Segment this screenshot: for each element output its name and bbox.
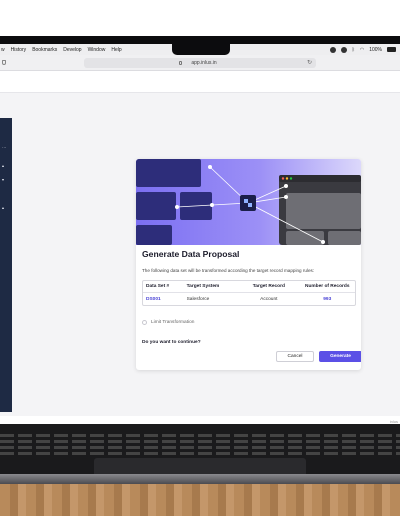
sidebar-nav-icon[interactable]: ▾: [2, 178, 6, 182]
wifi-icon[interactable]: ◠: [360, 47, 364, 53]
menu-item-bookmarks[interactable]: Bookmarks: [32, 47, 57, 53]
column-header: Number of Records: [304, 284, 350, 289]
dialog-body: Generate Data Proposal The following dat…: [142, 248, 361, 362]
laptop-base-edge: [0, 474, 400, 484]
battery-icon[interactable]: [387, 47, 396, 52]
keyboard: [0, 434, 400, 458]
trackpad: [94, 458, 306, 474]
url-text: app.inlus.in: [191, 60, 217, 66]
sidebar-nav-icon[interactable]: ▴: [2, 206, 6, 210]
menu-item-develop[interactable]: Develop: [63, 47, 81, 53]
menubar-status: ᛒ ◠ 100%: [329, 44, 396, 55]
menu-item-help[interactable]: Help: [111, 47, 121, 53]
sidebar-nav-icon[interactable]: ⋯: [2, 146, 6, 150]
target-system-cell: Salesforce: [186, 296, 210, 302]
bluetooth-icon[interactable]: ᛒ: [352, 47, 355, 53]
wooden-desk: [0, 484, 400, 516]
camera-notch: [172, 44, 230, 55]
menu-item-view[interactable]: w: [1, 47, 5, 53]
key-row: [0, 440, 400, 443]
key-row: [0, 452, 400, 455]
column-header: Target Record: [252, 284, 285, 289]
target-record-cell: Account: [260, 296, 278, 302]
sidebar: ⋯ ▴ ▾ ▴: [0, 118, 12, 412]
lock-icon: [179, 61, 182, 65]
address-bar[interactable]: app.inlus.in ↻: [2, 58, 316, 68]
menu-item-history[interactable]: History: [11, 47, 27, 53]
menu-item-window[interactable]: Window: [88, 47, 106, 53]
limit-transformation-label: Limit Transformation: [151, 320, 195, 325]
data-flow-illustration: [136, 159, 361, 245]
keyboard-deck: [0, 424, 400, 474]
generate-data-proposal-dialog: Generate Data Proposal The following dat…: [136, 159, 361, 370]
mac-menubar: w History Bookmarks Develop Window Help …: [0, 44, 400, 55]
laptop-lid: w History Bookmarks Develop Window Help …: [0, 36, 400, 448]
app-header: [0, 71, 400, 93]
dialog-description: The following data set will be transform…: [142, 268, 315, 273]
table-header-row: Data Set # Target System Target Record N…: [143, 281, 355, 293]
sidebar-nav-icon[interactable]: ▴: [2, 164, 6, 168]
column-header: Data Set #: [146, 284, 170, 289]
confirmation-question: Do you want to continue?: [142, 340, 201, 345]
reload-icon[interactable]: ↻: [307, 59, 312, 66]
browser-toolbar: app.inlus.in ↻: [0, 55, 400, 71]
column-header: Target System: [186, 284, 220, 289]
privacy-shield-icon[interactable]: [2, 60, 6, 65]
app-status-icon[interactable]: [329, 46, 336, 53]
dataset-link[interactable]: DS001: [143, 297, 187, 302]
battery-percent: 100%: [369, 46, 382, 53]
hero-illustration: [136, 159, 361, 245]
key-row: [0, 434, 400, 437]
screen: w History Bookmarks Develop Window Help …: [0, 44, 400, 448]
limit-transformation-option[interactable]: Limit Transformation: [142, 320, 194, 325]
cancel-button[interactable]: Cancel: [276, 351, 314, 362]
dialog-title: Generate Data Proposal: [142, 249, 240, 259]
generate-button[interactable]: Generate: [319, 351, 361, 362]
control-status-icon[interactable]: [340, 46, 347, 53]
limit-transformation-radio[interactable]: [142, 320, 147, 325]
key-row: [0, 446, 400, 449]
table-row: DS001 Salesforce Account 993: [143, 293, 355, 305]
dataset-table: Data Set # Target System Target Record N…: [142, 280, 356, 306]
record-count-link[interactable]: 993: [300, 297, 355, 302]
menubar-menus: w History Bookmarks Develop Window Help: [0, 47, 122, 53]
